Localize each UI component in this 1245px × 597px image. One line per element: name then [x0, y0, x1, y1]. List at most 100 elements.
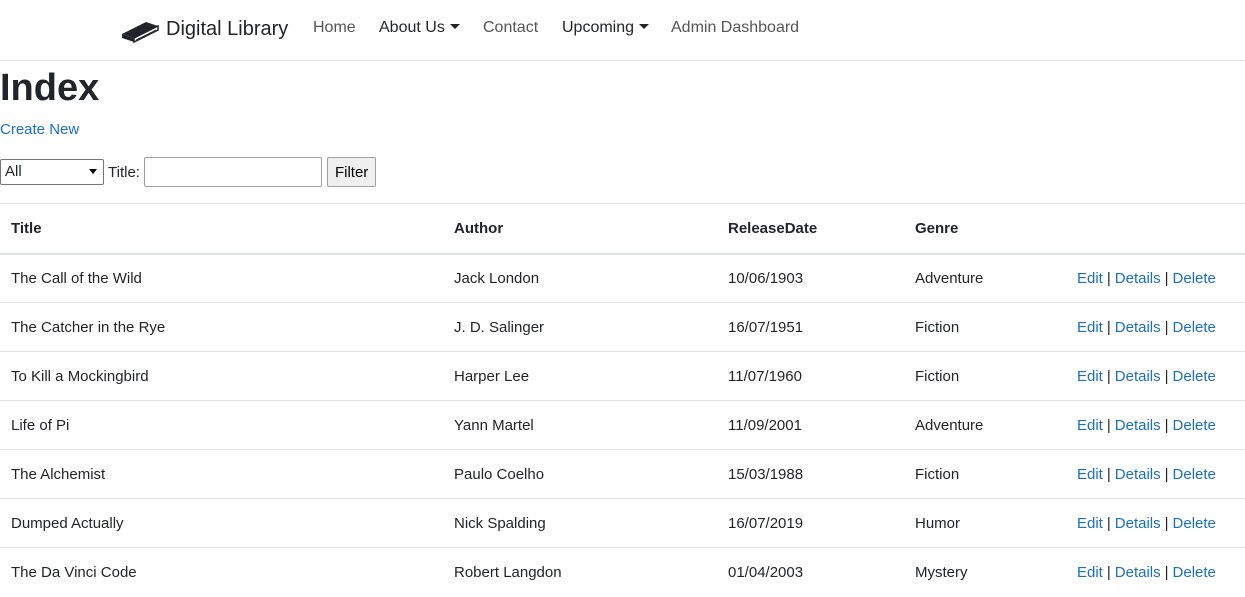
cell-title: Dumped Actually [0, 498, 443, 548]
edit-link[interactable]: Edit [1077, 270, 1103, 287]
delete-link[interactable]: Delete [1173, 515, 1216, 532]
cell-genre: Adventure [904, 400, 1066, 450]
nav-home[interactable]: Home [313, 19, 356, 37]
filter-button[interactable]: Filter [326, 157, 377, 187]
nav-contact[interactable]: Contact [483, 19, 538, 37]
brand-link[interactable]: Digital Library [120, 14, 288, 44]
delete-link[interactable]: Delete [1173, 368, 1216, 385]
caret-down-icon [449, 24, 460, 29]
row-actions: Edit | Details | Delete [1066, 400, 1245, 450]
edit-link[interactable]: Edit [1077, 564, 1103, 581]
table-row: The Da Vinci Code Robert Langdon 01/04/200… [0, 547, 1245, 597]
cell-genre: Adventure [904, 253, 1066, 303]
action-separator: | [1106, 465, 1111, 483]
cell-genre: Fiction [904, 351, 1066, 401]
action-separator: | [1164, 563, 1169, 581]
cell-author: Jack London [443, 253, 717, 303]
header-title: Title [0, 203, 443, 255]
table-row: The Catcher in the Rye J. D. Salinger 16/0… [0, 302, 1245, 352]
nav-about-us-label: About Us [379, 19, 445, 36]
cell-author: Harper Lee [443, 351, 717, 401]
edit-link[interactable]: Edit [1077, 417, 1103, 434]
table-row: To Kill a Mockingbird Harper Lee 11/07/196… [0, 351, 1245, 401]
action-separator: | [1106, 563, 1111, 581]
brand-name: Digital Library [166, 17, 289, 40]
delete-link[interactable]: Delete [1173, 270, 1216, 287]
action-separator: | [1106, 367, 1111, 385]
delete-link[interactable]: Delete [1173, 564, 1216, 581]
cell-author: Yann Martel [443, 400, 717, 450]
table-row: The Call of the Wild Jack London 10/06/190… [0, 253, 1245, 303]
row-actions: Edit | Details | Delete [1066, 449, 1245, 499]
cell-title: To Kill a Mockingbird [0, 351, 443, 401]
cell-author: Paulo Coelho [443, 449, 717, 499]
cell-genre: Fiction [904, 302, 1066, 352]
edit-link[interactable]: Edit [1077, 515, 1103, 532]
header-author: Author [443, 203, 717, 255]
details-link[interactable]: Details [1115, 466, 1161, 483]
cell-title: The Catcher in the Rye [0, 302, 443, 352]
action-separator: | [1164, 269, 1169, 287]
action-separator: | [1106, 269, 1111, 287]
row-actions: Edit | Details | Delete [1066, 302, 1245, 352]
action-separator: | [1164, 514, 1169, 532]
cell-author: J. D. Salinger [443, 302, 717, 352]
nav-upcoming-label: Upcoming [562, 19, 635, 36]
book-icon [122, 22, 159, 44]
cell-release-date: 15/03/1988 [717, 449, 904, 499]
cell-release-date: 16/07/2019 [717, 498, 904, 548]
cell-author: Nick Spalding [443, 498, 717, 548]
books-table: Title Author ReleaseDate Genre The Call … [0, 203, 1245, 597]
navbar: Digital Library Home About Us Contact Up… [0, 0, 1245, 61]
details-link[interactable]: Details [1115, 319, 1161, 336]
table-row: Life of Pi Yann Martel 11/09/2001 Adventure… [0, 400, 1245, 450]
title-filter-input[interactable] [143, 157, 322, 187]
cell-release-date: 11/09/2001 [717, 400, 904, 450]
action-separator: | [1106, 318, 1111, 336]
header-release-date: ReleaseDate [717, 203, 904, 255]
edit-link[interactable]: Edit [1077, 368, 1103, 385]
title-filter-label: Title: [108, 163, 140, 181]
nav-admin-dashboard[interactable]: Admin Dashboard [671, 19, 799, 37]
page-title: Index [0, 67, 100, 109]
delete-link[interactable]: Delete [1173, 466, 1216, 483]
row-actions: Edit | Details | Delete [1066, 351, 1245, 401]
details-link[interactable]: Details [1115, 368, 1161, 385]
details-link[interactable]: Details [1115, 515, 1161, 532]
edit-link[interactable]: Edit [1077, 319, 1103, 336]
create-new-link[interactable]: Create New [0, 121, 79, 138]
table-row: The Alchemist Paulo Coelho 15/03/1988 Ficti… [0, 449, 1245, 499]
table-header-row: Title Author ReleaseDate Genre [0, 203, 1245, 255]
dropdown-arrow-icon [89, 169, 97, 174]
action-separator: | [1164, 416, 1169, 434]
cell-genre: Fiction [904, 449, 1066, 499]
cell-title: The Alchemist [0, 449, 443, 499]
action-separator: | [1106, 514, 1111, 532]
cell-release-date: 16/07/1951 [717, 302, 904, 352]
details-link[interactable]: Details [1115, 564, 1161, 581]
header-actions [1066, 203, 1245, 255]
cell-title: Life of Pi [0, 400, 443, 450]
delete-link[interactable]: Delete [1173, 319, 1216, 336]
nav-upcoming-dropdown[interactable]: Upcoming [562, 19, 650, 37]
cell-release-date: 01/04/2003 [717, 547, 904, 597]
genre-select-value: All [5, 163, 22, 180]
cell-release-date: 10/06/1903 [717, 253, 904, 303]
delete-link[interactable]: Delete [1173, 417, 1216, 434]
genre-select[interactable]: All [0, 159, 104, 185]
action-separator: | [1106, 416, 1111, 434]
details-link[interactable]: Details [1115, 270, 1161, 287]
row-actions: Edit | Details | Delete [1066, 498, 1245, 548]
nav-about-us-dropdown[interactable]: About Us [379, 19, 460, 37]
cell-author: Robert Langdon [443, 547, 717, 597]
edit-link[interactable]: Edit [1077, 466, 1103, 483]
caret-down-icon [639, 24, 650, 29]
cell-title: The Call of the Wild [0, 253, 443, 303]
row-actions: Edit | Details | Delete [1066, 547, 1245, 597]
cell-genre: Humor [904, 498, 1066, 548]
details-link[interactable]: Details [1115, 417, 1161, 434]
row-actions: Edit | Details | Delete [1066, 253, 1245, 303]
action-separator: | [1164, 367, 1169, 385]
filter-form: All Title: Filter [0, 157, 377, 187]
table-row: Dumped Actually Nick Spalding 16/07/2019 Hu… [0, 498, 1245, 548]
